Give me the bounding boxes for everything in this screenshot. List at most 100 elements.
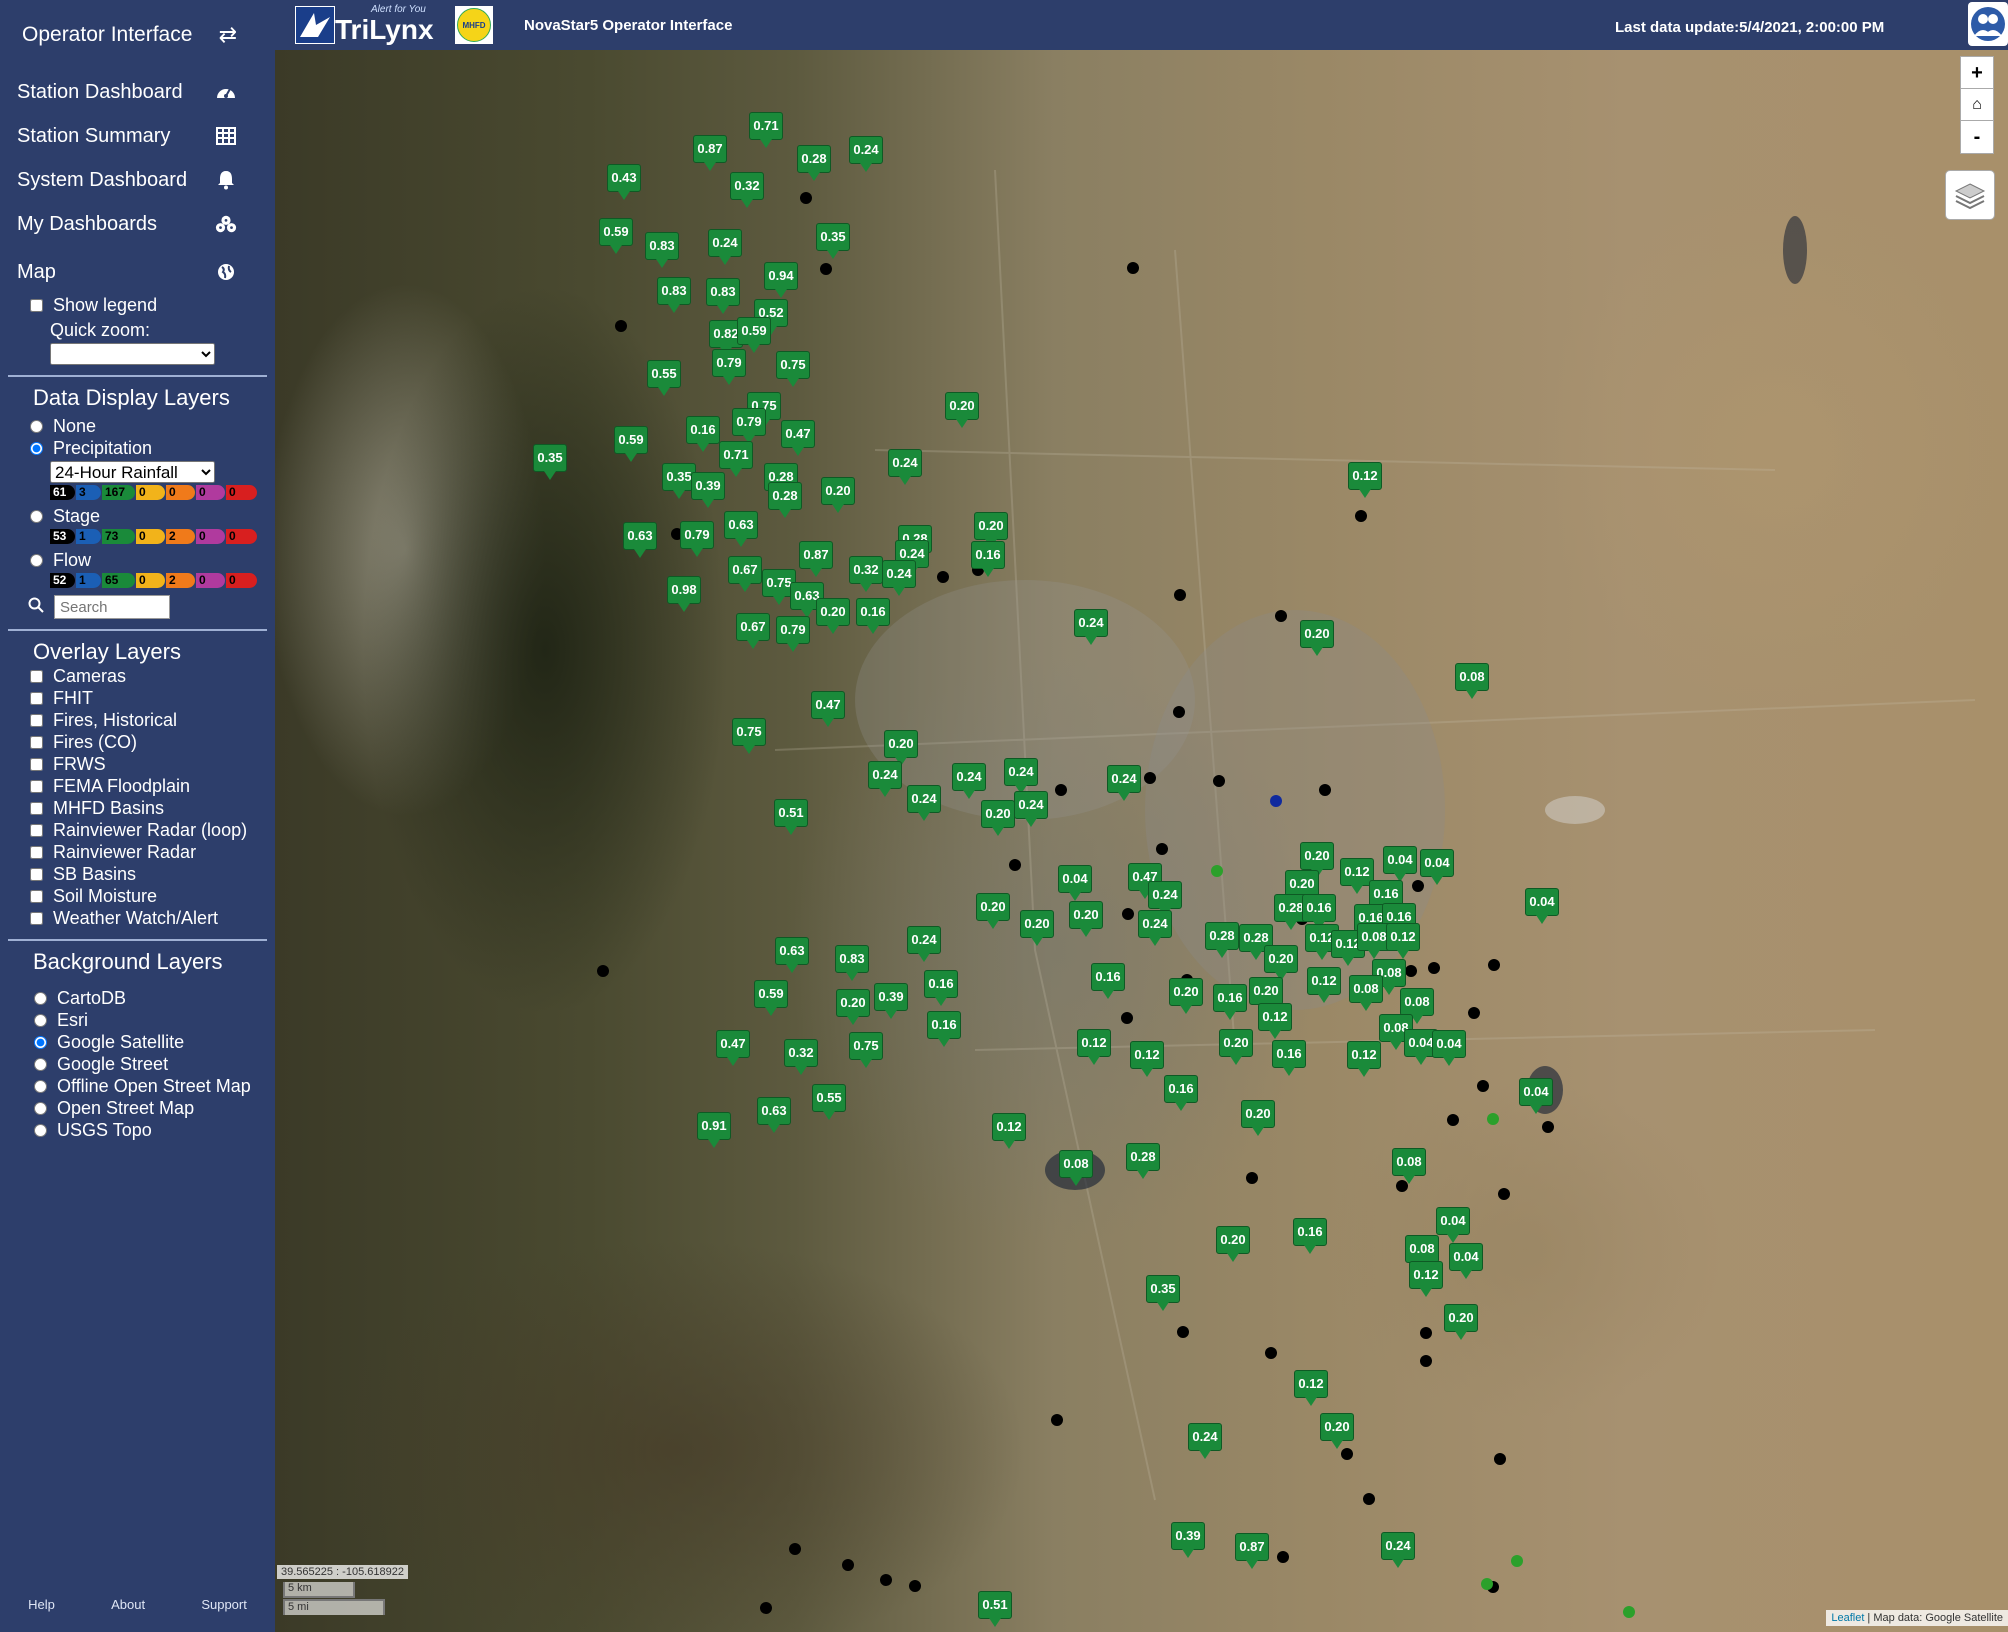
rainfall-marker[interactable]: 0.12: [1409, 1261, 1443, 1297]
overlay-option[interactable]: FEMA Floodplain: [0, 775, 275, 797]
overlay-checkbox[interactable]: [30, 911, 43, 925]
rainfall-marker[interactable]: 0.04: [1449, 1243, 1483, 1279]
rainfall-marker[interactable]: 0.24: [849, 136, 883, 172]
rainfall-marker[interactable]: 0.04: [1436, 1207, 1470, 1243]
rainfall-marker[interactable]: 0.28: [768, 482, 802, 518]
rainfall-marker[interactable]: 0.83: [835, 945, 869, 981]
rainfall-marker[interactable]: 0.20: [1219, 1029, 1253, 1065]
station-dot[interactable]: [1122, 908, 1134, 920]
rainfall-marker[interactable]: 0.59: [599, 218, 633, 254]
rainfall-marker[interactable]: 0.20: [1249, 977, 1283, 1013]
overlay-checkbox[interactable]: [30, 845, 43, 859]
rainfall-marker[interactable]: 0.67: [736, 613, 770, 649]
background-option[interactable]: CartoDB: [0, 987, 275, 1009]
station-dot[interactable]: [1420, 1355, 1432, 1367]
rainfall-marker[interactable]: 0.47: [811, 691, 845, 727]
station-dot[interactable]: [1121, 1012, 1133, 1024]
rainfall-marker[interactable]: 0.39: [691, 472, 725, 508]
rainfall-marker[interactable]: 0.63: [724, 511, 758, 547]
background-radio[interactable]: [34, 1013, 47, 1027]
background-option[interactable]: USGS Topo: [0, 1119, 275, 1141]
overlay-option[interactable]: MHFD Basins: [0, 797, 275, 819]
rainfall-marker[interactable]: 0.39: [874, 983, 908, 1019]
station-dot-green[interactable]: [1481, 1578, 1493, 1590]
overlay-checkbox[interactable]: [30, 669, 43, 683]
map-view[interactable]: 0.71 0.87 0.28 0.24 0.43 0.32 0.59 0.83 0.24 0.35…: [275, 50, 2008, 1632]
rainfall-marker[interactable]: 0.83: [706, 278, 740, 314]
overlay-option[interactable]: Weather Watch/Alert: [0, 907, 275, 929]
station-dot[interactable]: [1055, 784, 1067, 796]
overlay-checkbox[interactable]: [30, 713, 43, 727]
rainfall-marker[interactable]: 0.04: [1519, 1078, 1553, 1114]
rainfall-marker[interactable]: 0.35: [533, 444, 567, 480]
layer-none-radio[interactable]: [30, 419, 43, 433]
rainfall-marker[interactable]: 0.16: [686, 416, 720, 452]
rainfall-marker[interactable]: 0.28: [797, 145, 831, 181]
rainfall-marker[interactable]: 0.16: [971, 541, 1005, 577]
rainfall-marker[interactable]: 0.12: [992, 1113, 1026, 1149]
station-dot-green[interactable]: [1487, 1113, 1499, 1125]
home-view-button[interactable]: ⌂: [1960, 88, 1994, 122]
station-dot[interactable]: [1428, 962, 1440, 974]
rainfall-marker[interactable]: 0.24: [1381, 1532, 1415, 1568]
layer-stage-radio[interactable]: [30, 509, 43, 523]
rainfall-marker[interactable]: 0.20: [976, 893, 1010, 929]
station-search-input[interactable]: [54, 595, 170, 619]
rainfall-marker[interactable]: 0.24: [907, 926, 941, 962]
rainfall-marker[interactable]: 0.04: [1058, 865, 1092, 901]
background-radio[interactable]: [34, 991, 47, 1005]
rainfall-marker[interactable]: 0.43: [607, 164, 641, 200]
layers-control-button[interactable]: [1945, 170, 1995, 220]
nav-station-summary[interactable]: Station Summary: [0, 114, 275, 158]
support-link[interactable]: Support: [201, 1597, 247, 1612]
zoom-out-button[interactable]: -: [1960, 120, 1994, 154]
background-option[interactable]: Google Satellite: [0, 1031, 275, 1053]
station-dot[interactable]: [1542, 1121, 1554, 1133]
rainfall-marker[interactable]: 0.20: [1264, 945, 1298, 981]
overlay-checkbox[interactable]: [30, 691, 43, 705]
background-option[interactable]: Esri: [0, 1009, 275, 1031]
nav-station-dashboard[interactable]: Station Dashboard: [0, 70, 275, 114]
rainfall-marker[interactable]: 0.75: [732, 718, 766, 754]
station-dot[interactable]: [1420, 1327, 1432, 1339]
rainfall-marker[interactable]: 0.24: [1074, 609, 1108, 645]
rainfall-marker[interactable]: 0.98: [667, 576, 701, 612]
rainfall-marker[interactable]: 0.16: [1272, 1040, 1306, 1076]
rainfall-marker[interactable]: 0.04: [1432, 1030, 1466, 1066]
station-dot[interactable]: [615, 320, 627, 332]
station-dot[interactable]: [1363, 1493, 1375, 1505]
rainfall-marker[interactable]: 0.32: [849, 556, 883, 592]
rainfall-marker[interactable]: 0.94: [764, 262, 798, 298]
station-dot[interactable]: [1319, 784, 1331, 796]
rainfall-marker[interactable]: 0.35: [816, 223, 850, 259]
overlay-checkbox[interactable]: [30, 779, 43, 793]
rainfall-marker[interactable]: 0.16: [1213, 984, 1247, 1020]
rainfall-marker[interactable]: 0.67: [728, 556, 762, 592]
overlay-option[interactable]: Fires, Historical: [0, 709, 275, 731]
rainfall-marker[interactable]: 0.20: [1320, 1413, 1354, 1449]
rainfall-marker[interactable]: 0.24: [952, 763, 986, 799]
rainfall-marker[interactable]: 0.28: [1126, 1143, 1160, 1179]
layer-stage-option[interactable]: Stage: [0, 505, 275, 527]
nav-map[interactable]: Map: [0, 250, 275, 294]
rainfall-marker[interactable]: 0.24: [708, 229, 742, 265]
station-dot[interactable]: [1009, 859, 1021, 871]
rainfall-marker[interactable]: 0.51: [774, 799, 808, 835]
overlay-checkbox[interactable]: [30, 867, 43, 881]
rainfall-marker[interactable]: 0.12: [1294, 1370, 1328, 1406]
rainfall-marker[interactable]: 0.12: [1130, 1041, 1164, 1077]
station-dot[interactable]: [1127, 262, 1139, 274]
rainfall-marker[interactable]: 0.24: [868, 761, 902, 797]
rainfall-marker[interactable]: 0.79: [732, 408, 766, 444]
station-dot[interactable]: [842, 1559, 854, 1571]
rainfall-marker[interactable]: 0.16: [1164, 1075, 1198, 1111]
background-radio[interactable]: [34, 1035, 47, 1049]
nav-my-dashboards[interactable]: My Dashboards: [0, 202, 275, 246]
rainfall-marker[interactable]: 0.24: [1138, 910, 1172, 946]
rainfall-marker[interactable]: 0.08: [1349, 975, 1383, 1011]
rainfall-marker[interactable]: 0.75: [776, 351, 810, 387]
show-legend-option[interactable]: Show legend: [0, 294, 275, 316]
station-dot[interactable]: [1468, 1007, 1480, 1019]
station-dot[interactable]: [1405, 965, 1417, 977]
rainfall-marker[interactable]: 0.12: [1348, 462, 1382, 498]
